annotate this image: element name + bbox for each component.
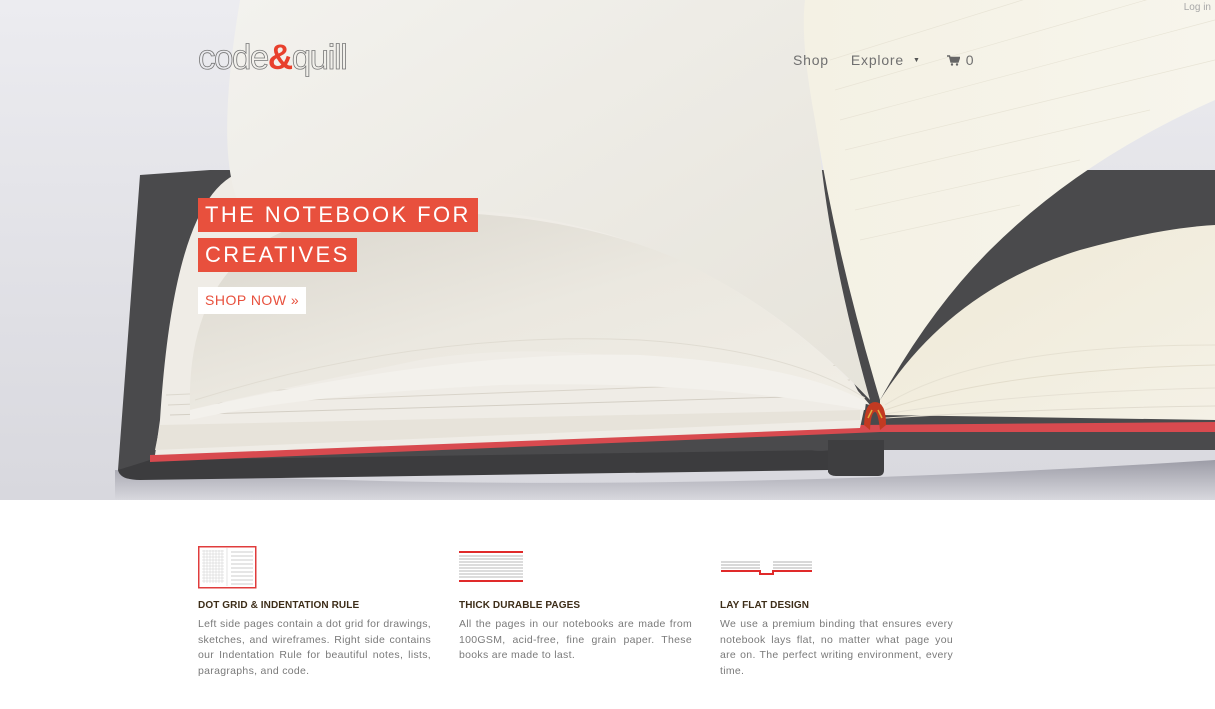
logo[interactable]: code&quill <box>198 38 349 78</box>
dot-grid-notebook-icon <box>198 546 257 589</box>
nav-explore-label: Explore <box>850 52 904 68</box>
feature-description: Left side pages contain a dot grid for d… <box>198 618 431 677</box>
main-nav: Shop Explore ▼ 0 <box>793 52 974 68</box>
feature-description: We use a premium binding that ensures ev… <box>720 618 953 677</box>
hero-headline-line1: THE NOTEBOOK FOR <box>198 198 478 232</box>
nav-shop[interactable]: Shop <box>793 52 829 68</box>
caret-down-icon: ▼ <box>912 56 921 64</box>
nav-explore[interactable]: Explore ▼ <box>851 52 921 68</box>
login-link[interactable]: Log in <box>1184 2 1211 13</box>
feature-title: LAY FLAT DESIGN <box>720 600 810 611</box>
shopping-cart-icon <box>946 54 960 66</box>
shop-now-button[interactable]: SHOP NOW » <box>198 287 307 314</box>
feature-title: DOT GRID & INDENTATION RULE <box>198 600 360 611</box>
feature-thick-pages: THICK DURABLE PAGES All the pages in our… <box>459 540 692 679</box>
logo-code: code <box>198 38 270 78</box>
logo-quill: quill <box>291 38 348 78</box>
thick-pages-icon <box>459 551 523 582</box>
features-section: DOT GRID & INDENTATION RULE Left side pa… <box>198 540 958 679</box>
feature-title: THICK DURABLE PAGES <box>459 600 581 611</box>
feature-dot-grid: DOT GRID & INDENTATION RULE Left side pa… <box>198 540 431 679</box>
hero-banner: Log in code&quill Shop Explore ▼ 0 THE N… <box>0 0 1215 500</box>
cart-link[interactable]: 0 <box>946 52 975 68</box>
feature-lay-flat: LAY FLAT DESIGN We use a premium binding… <box>720 540 953 679</box>
feature-description: All the pages in our notebooks are made … <box>459 618 692 661</box>
hero-headline-line2: CREATIVES <box>198 238 357 272</box>
logo-ampersand: & <box>267 38 293 77</box>
open-notebook-photo <box>0 0 1215 500</box>
cart-count: 0 <box>965 52 975 68</box>
lay-flat-icon <box>721 561 812 575</box>
